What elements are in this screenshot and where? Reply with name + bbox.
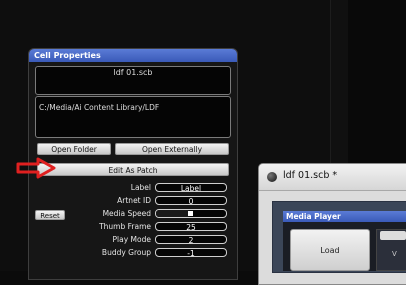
app-icon	[267, 172, 277, 182]
play-mode-field[interactable]: 2	[155, 235, 227, 245]
filename-field[interactable]: ldf 01.scb	[35, 66, 231, 95]
prop-label: Play Mode	[112, 235, 151, 244]
reset-button[interactable]: Reset	[35, 210, 65, 220]
load-label: Load	[320, 245, 340, 255]
buddy-group-field[interactable]: -1	[155, 248, 227, 258]
prop-label: Buddy Group	[101, 248, 151, 257]
open-externally-button[interactable]: Open Externally	[115, 143, 229, 155]
media-speed-slider[interactable]	[155, 209, 227, 218]
window-title: ldf 01.scb *	[283, 170, 338, 181]
prop-label: Media Speed	[102, 209, 151, 218]
load-button[interactable]: Load	[290, 229, 370, 271]
path-field[interactable]: C:/Media/Ai Content Library/LDF	[35, 96, 231, 138]
slider-fill	[156, 210, 191, 217]
slider-thumb[interactable]	[188, 211, 193, 216]
panel-title: Cell Properties	[29, 49, 237, 62]
media-player-side-text: V	[392, 250, 397, 258]
edit-as-patch-button[interactable]: Edit As Patch	[37, 163, 229, 176]
prop-label: Label	[130, 183, 151, 192]
arrow-annotation-icon	[16, 157, 56, 179]
prop-row-buddy-group: Buddy Group -1	[67, 247, 235, 258]
cell-properties-panel: Cell Properties ldf 01.scb C:/Media/Ai C…	[28, 48, 238, 280]
prop-row-thumb-frame: Thumb Frame 25	[67, 221, 235, 232]
artnet-id-field[interactable]: 0	[155, 196, 227, 206]
prop-row-label: Label Label	[67, 182, 235, 193]
prop-row-media-speed: Media Speed	[67, 208, 235, 219]
media-player-side-button[interactable]	[380, 231, 406, 240]
path-text: C:/Media/Ai Content Library/LDF	[39, 103, 160, 112]
filename-text: ldf 01.scb	[113, 68, 153, 77]
open-folder-button[interactable]: Open Folder	[37, 143, 111, 155]
prop-row-artnet-id: Artnet ID 0	[67, 195, 235, 206]
media-player-title: Media Player	[283, 211, 406, 222]
thumb-frame-field[interactable]: 25	[155, 222, 227, 232]
window-titlebar[interactable]: ldf 01.scb *	[259, 164, 406, 191]
prop-label: Thumb Frame	[99, 222, 151, 231]
prop-label: Artnet ID	[117, 196, 151, 205]
prop-row-play-mode: Play Mode 2	[67, 234, 235, 245]
label-field[interactable]: Label	[155, 183, 227, 193]
